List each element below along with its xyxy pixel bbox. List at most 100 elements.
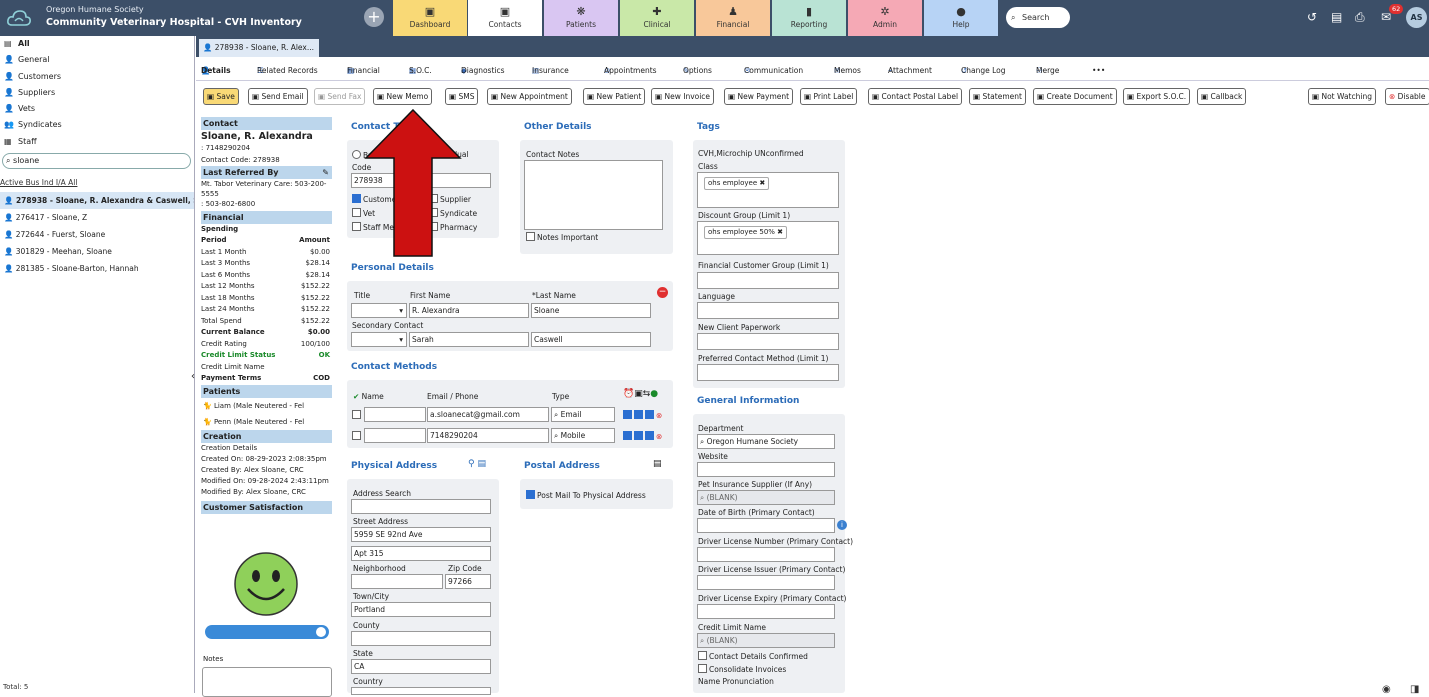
list-item[interactable]: 👤 276417 - Sloane, Z bbox=[0, 209, 194, 226]
toolbar-button-2[interactable]: ▣ Send Fax bbox=[314, 88, 366, 105]
printer-icon[interactable]: ▤ bbox=[653, 459, 662, 469]
city-input[interactable]: Portland bbox=[351, 602, 491, 617]
method-icons[interactable]: ⏰▣⇆● bbox=[623, 389, 658, 399]
confirmed-checkbox[interactable]: Contact Details Confirmed bbox=[698, 651, 808, 661]
street-input[interactable]: 5959 SE 92nd Ave bbox=[351, 527, 491, 542]
tab-clinical[interactable]: ✚ Clinical bbox=[620, 0, 694, 36]
list-item[interactable]: 👤 272644 - Fuerst, Sloane bbox=[0, 226, 194, 243]
tab-admin[interactable]: ✲ Admin bbox=[848, 0, 922, 36]
title2-select[interactable]: ▾ bbox=[351, 332, 407, 347]
eye-icon[interactable]: ◉ bbox=[1382, 684, 1391, 695]
email-type-select[interactable]: ⌕ Email bbox=[551, 407, 615, 422]
global-search-button[interactable]: ⌕ Search bbox=[1006, 7, 1070, 28]
pencil-icon[interactable]: ✎ bbox=[322, 166, 329, 179]
post-mail-checkbox[interactable]: Post Mail To Physical Address bbox=[526, 490, 646, 500]
country-input[interactable] bbox=[351, 687, 491, 695]
tab-reporting[interactable]: ▮ Reporting bbox=[772, 0, 846, 36]
preferred-method-input[interactable] bbox=[697, 364, 839, 381]
last-name-input[interactable]: Sloane bbox=[531, 303, 651, 318]
sidebar-item-syndicates[interactable]: 👥 Syndicates bbox=[4, 117, 194, 133]
language-input[interactable] bbox=[697, 302, 839, 319]
panel-icon[interactable]: ◨ bbox=[1410, 684, 1419, 695]
tab-help[interactable]: ● Help bbox=[924, 0, 998, 36]
list-item[interactable]: 👤 281385 - Sloane-Barton, Hannah bbox=[0, 260, 194, 277]
document-icon[interactable]: ▤ bbox=[1331, 10, 1342, 24]
sidebar-item-staff[interactable]: ▦ Staff bbox=[4, 134, 194, 150]
toolbar-button-7[interactable]: ▣ New Invoice bbox=[651, 88, 715, 105]
info-icon[interactable]: i bbox=[837, 520, 847, 530]
email-input[interactable]: a.sloanecat@gmail.com bbox=[427, 407, 549, 422]
add-plus-button[interactable]: + bbox=[364, 7, 384, 27]
notes-important-checkbox[interactable]: Notes Important bbox=[526, 232, 598, 242]
insurance-input[interactable]: ⌕ (BLANK) bbox=[697, 490, 835, 505]
toolbar-button-5[interactable]: ▣ New Appointment bbox=[487, 88, 572, 105]
tab-patients[interactable]: ❋ Patients bbox=[544, 0, 618, 36]
history-icon[interactable]: ↺ bbox=[1307, 10, 1317, 24]
secondary-first-input[interactable]: Sarah bbox=[409, 332, 529, 347]
delete-icon[interactable]: ⊗ bbox=[656, 432, 662, 441]
financial-group-input[interactable] bbox=[697, 272, 839, 289]
method-name-input[interactable] bbox=[364, 407, 426, 422]
consolidate-checkbox[interactable]: Consolidate Invoices bbox=[698, 664, 786, 674]
license-expiry-input[interactable] bbox=[697, 604, 835, 619]
license-issuer-input[interactable] bbox=[697, 575, 835, 590]
tab-contacts[interactable]: ▣ Contacts bbox=[468, 0, 542, 36]
avatar[interactable]: AS bbox=[1406, 7, 1427, 28]
collapse-chevron-icon[interactable]: ‹ bbox=[191, 371, 195, 382]
list-item[interactable]: 👤 278938 - Sloane, R. Alexandra & Caswel… bbox=[0, 192, 194, 209]
paperwork-input[interactable] bbox=[697, 333, 839, 350]
phone-type-select[interactable]: ⌕ Mobile bbox=[551, 428, 615, 443]
department-input[interactable]: ⌕ Oregon Humane Society bbox=[697, 434, 835, 449]
sidebar-item-all[interactable]: ▤ All bbox=[4, 36, 194, 52]
neighborhood-input[interactable] bbox=[351, 574, 443, 589]
toolbar-button-11[interactable]: ▣ Statement bbox=[969, 88, 1026, 105]
address-search-input[interactable] bbox=[351, 499, 491, 514]
phone-input[interactable]: 7148290204 bbox=[427, 428, 549, 443]
status-filter[interactable]: Active Bus Ind I/A All bbox=[0, 178, 77, 187]
tab-dashboard[interactable]: ▣ Dashboard bbox=[393, 0, 467, 36]
secondary-last-input[interactable]: Caswell bbox=[531, 332, 651, 347]
title-select[interactable]: ▾ bbox=[351, 303, 407, 318]
credit-limit-name-input[interactable]: ⌕ (BLANK) bbox=[697, 633, 835, 648]
list-item[interactable]: 👤 301829 - Meehan, Sloane bbox=[0, 243, 194, 260]
tab-financial[interactable]: ♟ Financial bbox=[696, 0, 770, 36]
contact-notes-textarea[interactable] bbox=[524, 160, 663, 230]
record-tab[interactable]: 👤 278938 - Sloane, R. Alex... bbox=[199, 39, 319, 57]
delete-icon[interactable]: ⊗ bbox=[656, 411, 662, 420]
street2-input[interactable]: Apt 315 bbox=[351, 546, 491, 561]
discount-tag-input[interactable]: ohs employee 50% ✖ bbox=[697, 221, 839, 255]
toolbar-button-12[interactable]: ▣ Create Document bbox=[1033, 88, 1117, 105]
toolbar-button-16[interactable]: ⊗ Disable bbox=[1385, 88, 1429, 105]
remove-icon[interactable]: − bbox=[657, 287, 668, 298]
sidebar-item-suppliers[interactable]: 👤 Suppliers bbox=[4, 85, 194, 101]
toolbar-button-6[interactable]: ▣ New Patient bbox=[583, 88, 646, 105]
license-number-input[interactable] bbox=[697, 547, 835, 562]
map-pin-icon[interactable]: ⚲ ▤ bbox=[468, 459, 486, 469]
satisfaction-toggle[interactable] bbox=[205, 625, 329, 639]
toolbar-button-10[interactable]: ▣ Contact Postal Label bbox=[868, 88, 963, 105]
toolbar-button-4[interactable]: ▣ SMS bbox=[445, 88, 479, 105]
first-name-input[interactable]: R. Alexandra bbox=[409, 303, 529, 318]
sidebar-item-general[interactable]: 👤 General bbox=[4, 52, 194, 68]
zip-input[interactable]: 97266 bbox=[445, 574, 491, 589]
toolbar-button-14[interactable]: ▣ Callback bbox=[1197, 88, 1247, 105]
toolbar-button-3[interactable]: ▣ New Memo bbox=[373, 88, 433, 105]
toolbar-button-0[interactable]: ▣ Save bbox=[203, 88, 239, 105]
discount-chip[interactable]: ohs employee 50% ✖ bbox=[704, 226, 788, 239]
method-name-input-2[interactable] bbox=[364, 428, 426, 443]
toolbar-button-8[interactable]: ▣ New Payment bbox=[724, 88, 794, 105]
toolbar-button-13[interactable]: ▣ Export S.O.C. bbox=[1123, 88, 1191, 105]
patient-item[interactable]: 🐈 Penn (Male Neutered - Fel bbox=[201, 414, 332, 430]
sidebar-item-customers[interactable]: 👤 Customers bbox=[4, 69, 194, 85]
dob-input[interactable] bbox=[697, 518, 835, 533]
website-input[interactable] bbox=[697, 462, 835, 477]
sidebar-item-vets[interactable]: 👤 Vets bbox=[4, 101, 194, 117]
state-input[interactable]: CA bbox=[351, 659, 491, 674]
class-tag-input[interactable]: ohs employee ✖ bbox=[697, 172, 839, 208]
printer-icon[interactable]: ⎙ bbox=[1355, 10, 1365, 25]
patient-item[interactable]: 🐈 Liam (Male Neutered - Fel bbox=[201, 398, 332, 414]
toolbar-button-15[interactable]: ▣ Not Watching bbox=[1308, 88, 1376, 105]
class-chip[interactable]: ohs employee ✖ bbox=[704, 177, 770, 190]
toolbar-button-9[interactable]: ▣ Print Label bbox=[800, 88, 858, 105]
county-input[interactable] bbox=[351, 631, 491, 646]
